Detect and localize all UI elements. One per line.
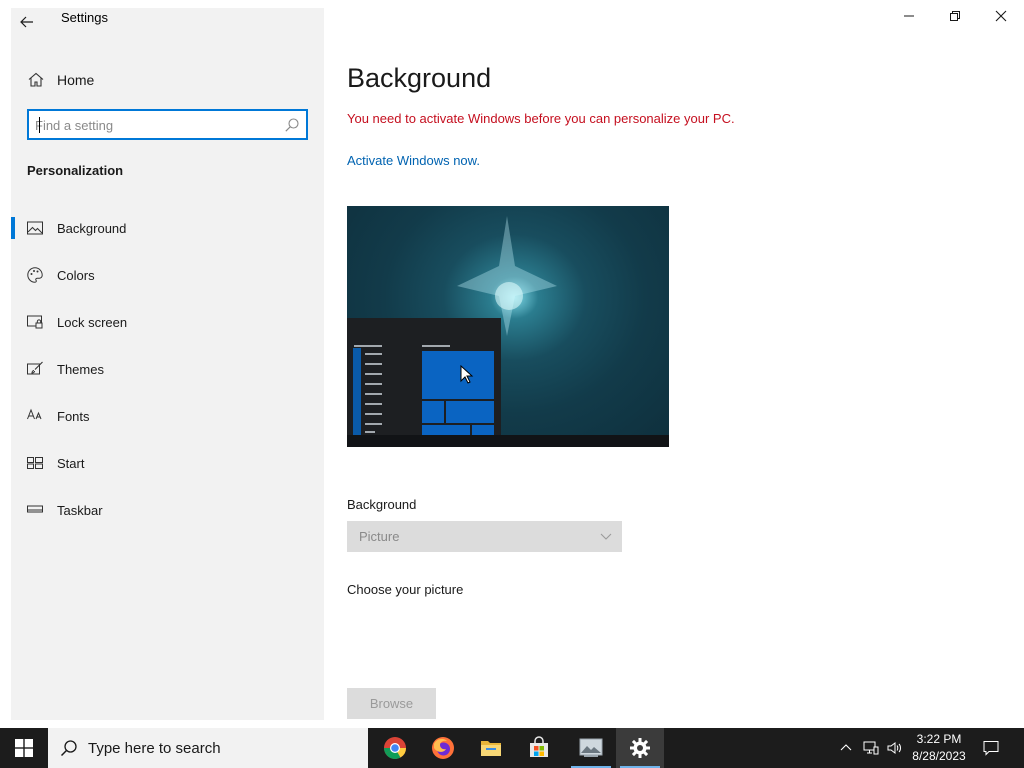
start-button[interactable]	[0, 728, 48, 768]
action-center-button[interactable]	[976, 728, 1006, 768]
sidebar-item-colors[interactable]: Colors	[11, 252, 324, 299]
firefox-icon	[432, 737, 454, 759]
sidebar-item-lock-screen[interactable]: Lock screen	[11, 299, 324, 346]
personalization-nav: Background Colors Lock screen Themes Fon…	[11, 205, 324, 534]
page-title: Background	[347, 63, 492, 93]
settings-sidebar: Settings Home Personalization Background…	[11, 8, 324, 720]
sidebar-item-label: Colors	[57, 268, 95, 283]
palette-icon	[27, 267, 43, 283]
store-icon	[530, 736, 548, 757]
chevron-up-icon	[840, 744, 852, 751]
brush-icon	[27, 361, 43, 375]
clock-time: 3:22 PM	[916, 732, 962, 746]
active-indicator	[11, 217, 15, 239]
start-grid-icon	[27, 457, 43, 469]
sidebar-item-label: Taskbar	[57, 503, 103, 518]
taskbar-app-firefox[interactable]	[419, 728, 467, 768]
activation-warning: You need to activate Windows before you …	[347, 111, 735, 126]
taskbar-app-store[interactable]	[515, 728, 563, 768]
lock-screen-icon	[27, 315, 43, 329]
search-icon	[60, 740, 77, 757]
background-preview: Aa	[347, 206, 669, 447]
windows-logo-icon	[15, 739, 33, 757]
sidebar-item-label: Background	[57, 221, 127, 236]
file-explorer-icon	[481, 741, 501, 756]
notification-icon	[983, 741, 999, 756]
sidebar-item-label: Start	[57, 456, 85, 471]
taskbar-app-settings[interactable]	[616, 728, 664, 768]
taskbar-search-box[interactable]: Type here to search	[48, 728, 368, 768]
taskbar-app-photos[interactable]	[567, 728, 615, 768]
home-icon	[28, 72, 44, 87]
activate-windows-link[interactable]: Activate Windows now.	[347, 153, 480, 168]
chevron-down-icon	[600, 533, 612, 540]
show-hidden-icons-button[interactable]	[836, 728, 856, 768]
taskbar-app-chrome[interactable]	[371, 728, 419, 768]
settings-search-box[interactable]	[27, 109, 308, 140]
title-bar: Settings	[11, 8, 324, 40]
taskbar: Type here to search 3:22 PM 8/28/2023	[0, 728, 1024, 768]
volume-tray-button[interactable]	[884, 728, 906, 768]
app-title: Settings	[61, 10, 108, 25]
photos-icon	[579, 738, 603, 757]
home-label: Home	[57, 72, 95, 88]
network-tray-button[interactable]	[860, 728, 882, 768]
background-type-label: Background	[347, 497, 417, 512]
taskbar-clock[interactable]: 3:22 PM 8/28/2023	[904, 731, 974, 765]
clock-date: 8/28/2023	[912, 749, 966, 763]
settings-search-input[interactable]	[35, 115, 275, 135]
network-icon	[863, 741, 879, 755]
picture-icon	[27, 221, 43, 235]
search-icon[interactable]	[284, 117, 300, 133]
sidebar-item-label: Fonts	[57, 409, 90, 424]
taskbar-search-placeholder: Type here to search	[88, 740, 221, 757]
taskbar-app-file-explorer[interactable]	[467, 728, 515, 768]
sidebar-item-themes[interactable]: Themes	[11, 346, 324, 393]
mouse-pointer-icon	[460, 365, 474, 384]
back-button[interactable]	[15, 10, 39, 34]
sidebar-item-label: Lock screen	[57, 315, 128, 330]
back-arrow-icon	[20, 16, 33, 28]
preview-taskbar	[347, 435, 669, 447]
settings-gear-icon	[630, 738, 650, 758]
home-nav-item[interactable]: Home	[11, 68, 324, 92]
browse-button[interactable]: Browse	[347, 688, 436, 719]
taskbar-icon	[27, 505, 43, 513]
sidebar-item-fonts[interactable]: Fonts	[11, 393, 324, 440]
dropdown-value: Picture	[359, 529, 400, 544]
chrome-icon	[384, 737, 406, 759]
font-icon	[27, 408, 42, 420]
sidebar-item-background[interactable]: Background	[11, 205, 324, 252]
speaker-icon	[887, 742, 901, 754]
sidebar-item-start[interactable]: Start	[11, 440, 324, 487]
sidebar-item-taskbar[interactable]: Taskbar	[11, 487, 324, 534]
background-type-dropdown[interactable]: Picture	[347, 521, 622, 552]
section-title: Personalization	[27, 163, 124, 178]
sidebar-item-label: Themes	[57, 362, 104, 377]
preview-start-layout	[353, 345, 494, 438]
choose-picture-label: Choose your picture	[347, 582, 464, 597]
main-content: Background You need to activate Windows …	[347, 0, 1007, 720]
text-caret	[39, 117, 40, 133]
preview-start-menu: Aa	[347, 318, 501, 447]
